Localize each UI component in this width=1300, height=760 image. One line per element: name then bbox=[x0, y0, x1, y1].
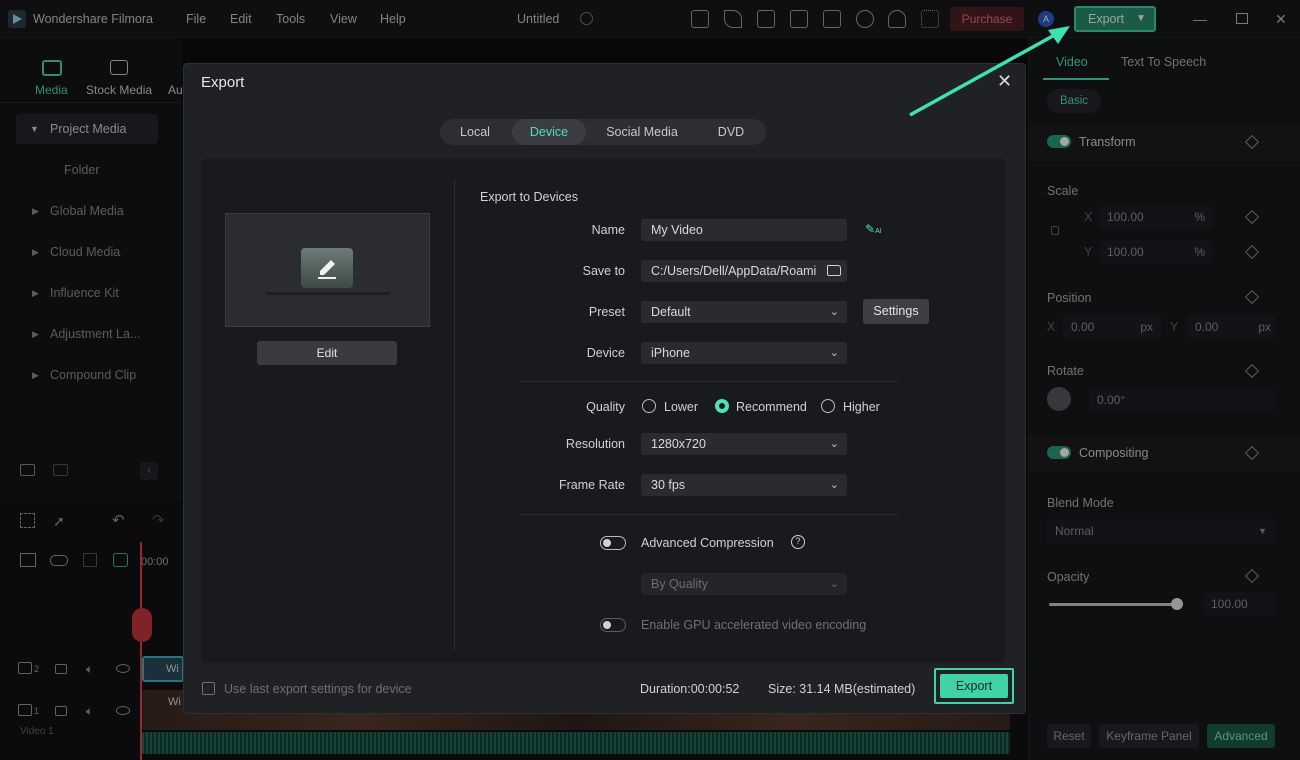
chevron-down-icon: ⌄ bbox=[829, 306, 839, 318]
advanced-compression-toggle[interactable] bbox=[600, 536, 626, 550]
help-icon[interactable]: ? bbox=[791, 535, 805, 549]
gpu-encoding-toggle bbox=[600, 618, 626, 632]
device-label: Device bbox=[586, 346, 625, 360]
save-to-label: Save to bbox=[582, 264, 625, 278]
gpu-encoding-label: Enable GPU accelerated video encoding bbox=[641, 618, 867, 632]
preset-select[interactable]: Default ⌄ bbox=[641, 301, 847, 323]
export-settings-panel: Edit Export to Devices Name My Video ✎AI… bbox=[201, 159, 1005, 663]
thumbnail-shadow bbox=[266, 292, 390, 295]
callout-arrow bbox=[909, 26, 1070, 117]
dialog-footer: Use last export settings for device Dura… bbox=[184, 669, 1027, 715]
chevron-down-icon: ⌄ bbox=[829, 578, 839, 590]
size-text: Size: 31.14 MB(estimated) bbox=[768, 682, 916, 696]
panel-divider bbox=[454, 179, 455, 649]
tab-social-media[interactable]: Social Media bbox=[590, 119, 694, 145]
edit-thumbnail-button[interactable]: Edit bbox=[257, 341, 397, 365]
chevron-down-icon: ⌄ bbox=[829, 479, 839, 491]
frame-rate-select[interactable]: 30 fps ⌄ bbox=[641, 474, 847, 496]
save-to-input[interactable]: C:/Users/Dell/AppData/Roami bbox=[641, 260, 847, 282]
compression-mode-select: By Quality ⌄ bbox=[641, 573, 847, 595]
quality-recommend-radio[interactable] bbox=[715, 399, 729, 413]
quality-recommend-label[interactable]: Recommend bbox=[736, 400, 807, 414]
dialog-title: Export bbox=[201, 74, 245, 91]
tab-device[interactable]: Device bbox=[512, 119, 586, 145]
quality-label: Quality bbox=[586, 400, 625, 414]
section-divider bbox=[520, 514, 898, 515]
chevron-down-icon: ⌄ bbox=[829, 438, 839, 450]
resolution-select[interactable]: 1280x720 ⌄ bbox=[641, 433, 847, 455]
name-input[interactable]: My Video bbox=[641, 219, 847, 241]
section-title: Export to Devices bbox=[480, 190, 578, 204]
name-label: Name bbox=[591, 223, 625, 237]
quality-lower-label[interactable]: Lower bbox=[664, 400, 698, 414]
browse-folder-icon[interactable] bbox=[827, 265, 841, 276]
use-last-checkbox[interactable] bbox=[202, 682, 215, 695]
quality-higher-radio[interactable] bbox=[821, 399, 835, 413]
ai-rename-icon[interactable]: ✎AI bbox=[865, 222, 882, 236]
settings-button[interactable]: Settings bbox=[863, 299, 929, 324]
preset-label: Preset bbox=[588, 305, 625, 319]
tab-local[interactable]: Local bbox=[440, 119, 510, 145]
device-select[interactable]: iPhone ⌄ bbox=[641, 342, 847, 364]
edit-pencil-icon bbox=[301, 248, 353, 288]
export-button[interactable]: Export bbox=[940, 674, 1008, 698]
duration-text: Duration:00:00:52 bbox=[640, 682, 740, 696]
advanced-compression-label: Advanced Compression bbox=[641, 536, 774, 550]
use-last-label: Use last export settings for device bbox=[224, 682, 412, 696]
quality-lower-radio[interactable] bbox=[642, 399, 656, 413]
resolution-label: Resolution bbox=[565, 437, 625, 451]
chevron-down-icon: ⌄ bbox=[829, 347, 839, 359]
export-dialog: Export ✕ Local Device Social Media DVD E… bbox=[183, 63, 1026, 714]
frame-rate-label: Frame Rate bbox=[559, 478, 625, 492]
export-tabs: Local Device Social Media DVD bbox=[440, 119, 766, 145]
video-thumbnail bbox=[225, 213, 430, 327]
section-divider bbox=[520, 381, 898, 382]
export-button-highlight: Export bbox=[934, 668, 1014, 704]
tab-dvd[interactable]: DVD bbox=[696, 119, 766, 145]
quality-higher-label[interactable]: Higher bbox=[843, 400, 880, 414]
